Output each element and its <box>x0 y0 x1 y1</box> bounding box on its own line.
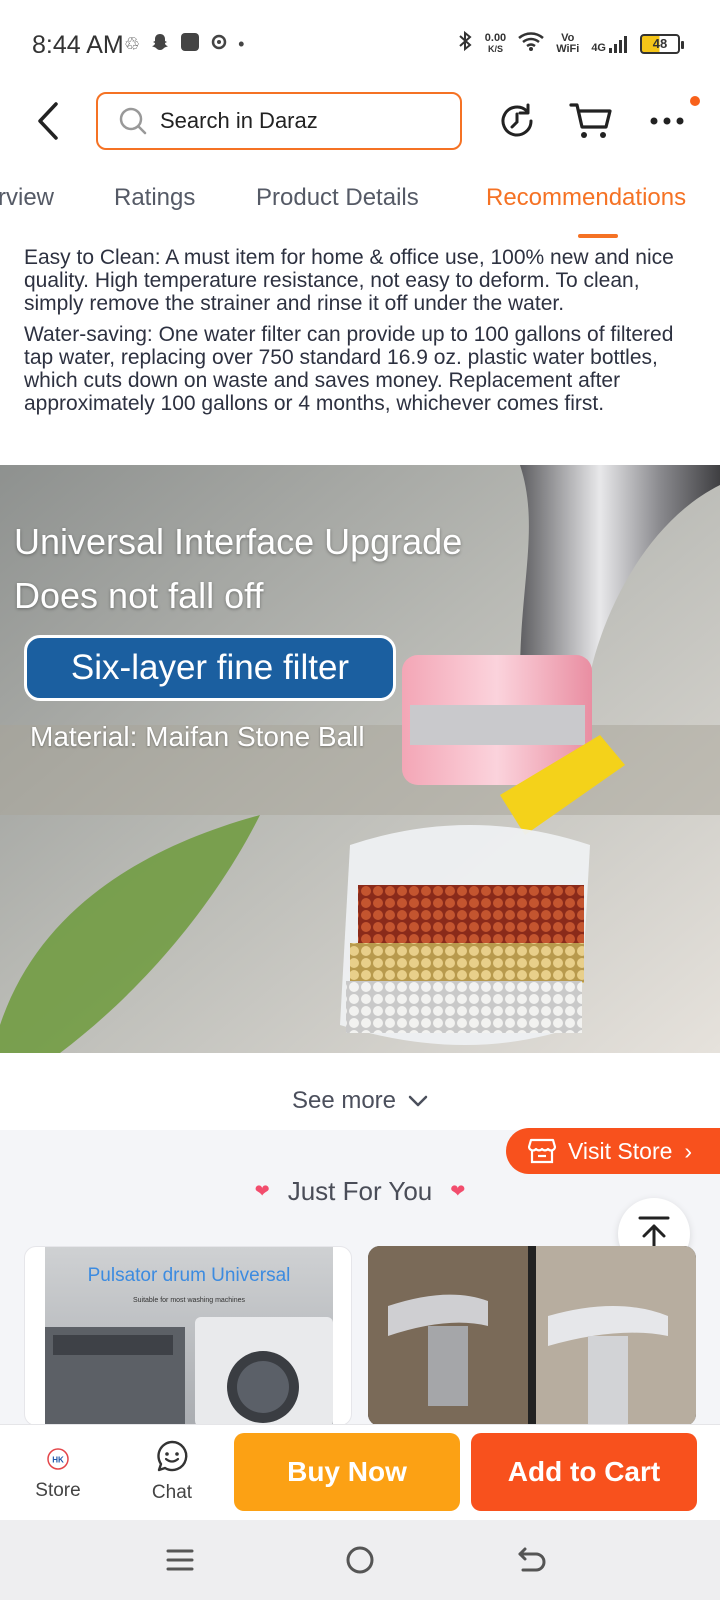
washing-machines-photo <box>45 1317 333 1425</box>
see-more-label: See more <box>291 1087 397 1114</box>
recommendation-card-image: Pulsator drum Universal Suitable for mos… <box>45 1247 333 1425</box>
sync-icon <box>210 33 228 56</box>
vowifi-bottom: WiFi <box>556 42 580 55</box>
product-image: Universal Interface Upgrade Does not fal… <box>0 465 720 1053</box>
just-for-you-heading: ❤ Just For You ❤ <box>0 1176 720 1207</box>
see-more-button[interactable]: See more <box>0 1076 720 1126</box>
add-to-cart-button[interactable]: Add to Cart <box>471 1433 697 1511</box>
recommendation-card[interactable]: Pulsator drum Universal Suitable for mos… <box>24 1246 352 1426</box>
system-nav-bar <box>0 1520 720 1600</box>
signal-bars-icon <box>609 35 627 53</box>
menu-lines-icon <box>166 1549 194 1571</box>
history-button[interactable] <box>494 98 540 144</box>
section-tabs: rview Ratings Product Details Recommenda… <box>0 176 720 238</box>
visit-store-label: Visit Store <box>568 1137 673 1164</box>
buy-now-button[interactable]: Buy Now <box>234 1433 460 1511</box>
store-label: Store <box>35 1480 81 1501</box>
more-options-button[interactable] <box>642 98 692 144</box>
bluetooth-icon <box>457 30 473 57</box>
status-system-icons: 0.00 K/S Vo WiFi 4G 48 <box>457 30 684 57</box>
top-header: Search in Daraz <box>0 90 720 152</box>
store-button[interactable]: HK Store <box>28 1437 88 1502</box>
snapchat-icon <box>150 32 170 57</box>
back-arrow-icon <box>518 1547 546 1572</box>
image-overlay-title: Universal Interface Upgrade Does not fal… <box>14 515 462 623</box>
chevron-down-icon <box>408 1095 428 1107</box>
status-time: 8:44 AM <box>32 31 124 59</box>
active-tab-indicator <box>578 234 618 238</box>
notification-dot <box>690 96 700 106</box>
app-square-icon <box>180 32 200 57</box>
recent-apps-button[interactable] <box>160 1540 200 1580</box>
cart-button[interactable] <box>566 98 616 144</box>
heart-icon: ❤ <box>254 1181 270 1201</box>
home-circle-icon <box>346 1546 374 1574</box>
chevron-left-icon <box>38 102 58 140</box>
bottom-action-bar: HK Store Chat Buy Now Add to Cart <box>0 1424 720 1520</box>
wifi-icon <box>518 31 545 56</box>
search-placeholder: Search in Daraz <box>160 108 318 133</box>
image-feature-pill: Six-layer fine filter <box>24 635 396 701</box>
heart-icon: ❤ <box>450 1181 466 1201</box>
battery-indicator: 48 <box>640 33 684 54</box>
just-for-you-label: Just For You <box>287 1176 433 1206</box>
tab-recommendations[interactable]: Recommendations <box>486 184 686 212</box>
image-overlay-line2: Does not fall off <box>14 575 264 616</box>
status-notification-icons: ♲ • <box>124 32 244 57</box>
recycle-icon: ♲ <box>124 34 141 54</box>
recommendation-card[interactable] <box>368 1246 696 1426</box>
vowifi-top: Vo <box>561 31 575 44</box>
status-bar: 8:44 AM ♲ • 0.00 K/S Vo WiFi 4G 48 <box>0 0 720 90</box>
vowifi-indicator: Vo WiFi <box>556 31 580 55</box>
chat-label: Chat <box>151 1482 193 1503</box>
store-icon <box>528 1138 556 1164</box>
product-description: Easy to Clean: A must item for home & of… <box>24 246 704 423</box>
cart-icon <box>569 103 612 138</box>
network-type: 4G <box>591 41 606 54</box>
visit-store-button[interactable]: Visit Store › <box>506 1128 720 1174</box>
net-speed: 0.00 K/S <box>484 31 507 55</box>
faucet-photo <box>368 1246 696 1426</box>
description-paragraph-water-saving: Water-saving: One water filter can provi… <box>24 323 674 415</box>
image-overlay-line1: Universal Interface Upgrade <box>14 521 463 562</box>
history-icon <box>501 103 533 137</box>
more-notifications-dot-icon: • <box>238 34 245 54</box>
more-dots-icon <box>650 117 684 125</box>
chat-button[interactable]: Chat <box>142 1437 202 1504</box>
tab-overview[interactable]: rview <box>0 184 54 212</box>
net-speed-value: 0.00 <box>484 31 507 44</box>
net-speed-unit: K/S <box>487 43 503 54</box>
store-logo-text: HK <box>52 1456 64 1465</box>
tab-ratings[interactable]: Ratings <box>114 184 195 212</box>
description-paragraph-easy-to-clean: Easy to Clean: A must item for home & of… <box>24 246 674 315</box>
store-logo-icon: HK <box>47 1448 69 1470</box>
tab-product-details[interactable]: Product Details <box>256 184 419 212</box>
search-icon <box>119 107 147 135</box>
chat-icon <box>157 1440 188 1472</box>
back-button[interactable] <box>28 98 68 144</box>
back-nav-button[interactable] <box>512 1540 552 1580</box>
image-material-text: Material: Maifan Stone Ball <box>30 721 365 752</box>
chevron-right-icon: › <box>684 1137 693 1164</box>
search-input[interactable]: Search in Daraz <box>96 92 462 150</box>
home-button[interactable] <box>340 1540 380 1580</box>
signal-indicator: 4G <box>591 34 628 54</box>
